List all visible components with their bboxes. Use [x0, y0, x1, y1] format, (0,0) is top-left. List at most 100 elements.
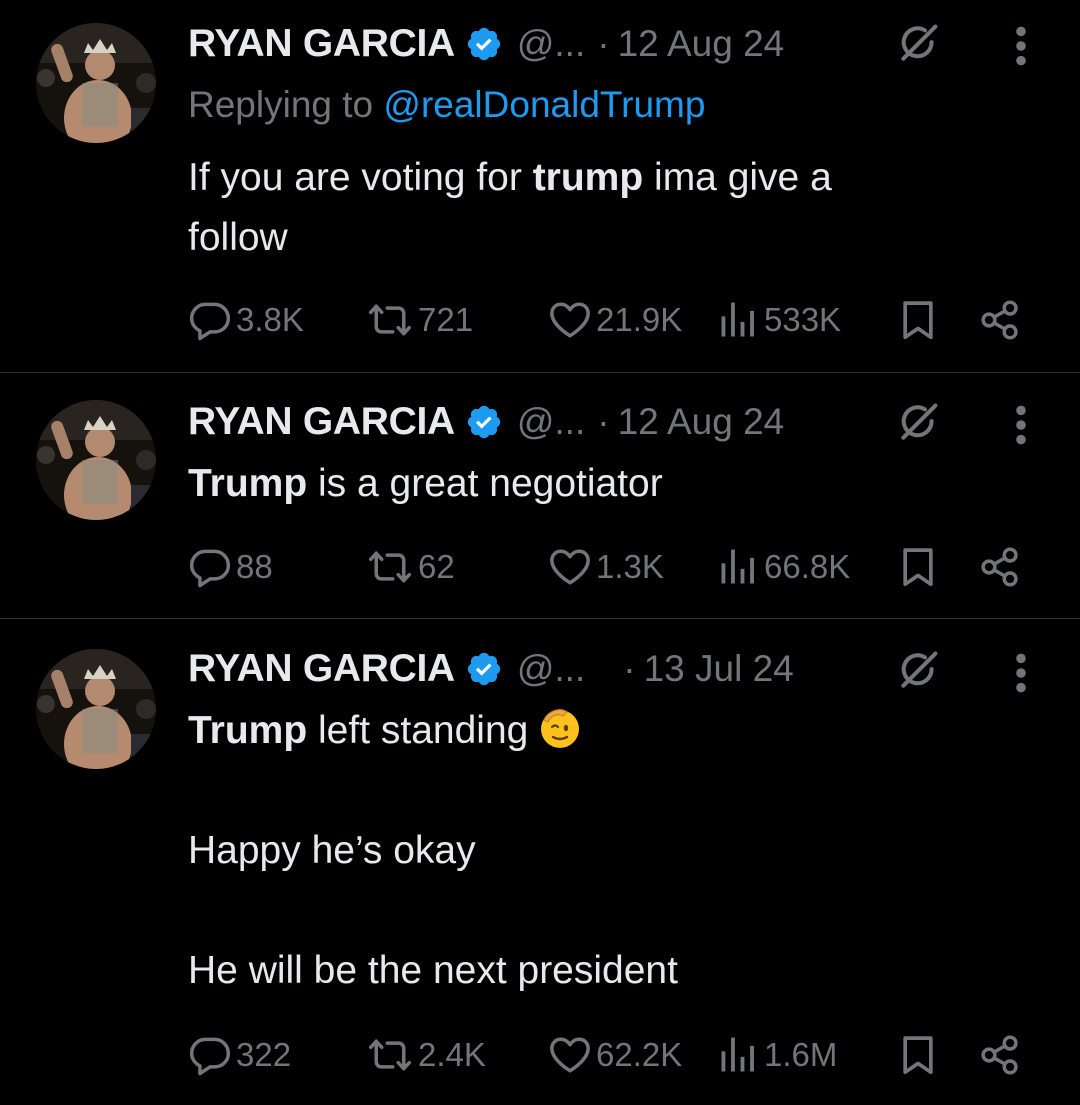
text-segment-bold: Trump — [188, 462, 308, 505]
verified-badge-icon — [465, 403, 503, 441]
views-count: 533K — [764, 301, 842, 338]
repost-icon — [366, 1033, 414, 1077]
views-button[interactable]: 533K — [716, 298, 841, 342]
share-button[interactable] — [978, 1033, 1022, 1077]
views-button[interactable]: 1.6M — [716, 1033, 837, 1077]
tweet-text: Trump left standing Happy he’s okay He w… — [188, 701, 988, 1001]
tweet-text-line: If you are voting for trump ima give a — [188, 148, 988, 208]
views-icon — [716, 545, 760, 589]
like-button[interactable]: 21.9K — [548, 298, 682, 342]
tweet-text-line: He will be the next president — [188, 949, 678, 992]
verified-badge-icon — [465, 25, 503, 63]
reply-button[interactable]: 322 — [188, 1033, 291, 1077]
share-button[interactable] — [978, 298, 1022, 342]
author-handle[interactable]: @... — [517, 648, 585, 690]
tweet-text: Trump is a great negotiator — [188, 454, 988, 514]
saluting-face-emoji — [536, 703, 584, 751]
like-icon — [548, 545, 592, 589]
tweet-text: If you are voting for trump ima give a f… — [188, 148, 988, 268]
author-name[interactable]: RYAN GARCIA — [188, 400, 455, 444]
views-count: 66.8K — [764, 548, 851, 585]
tweet-header: RYAN GARCIA @... · 12 Aug 24 — [188, 398, 784, 446]
more-icon[interactable] — [1010, 651, 1032, 695]
tweet-text-line: follow — [188, 216, 288, 259]
author-name[interactable]: RYAN GARCIA — [188, 647, 455, 691]
tweet-date[interactable]: 12 Aug 24 — [618, 401, 785, 443]
views-button[interactable]: 66.8K — [716, 545, 850, 589]
views-count: 1.6M — [764, 1036, 838, 1073]
bookmark-button[interactable] — [896, 298, 940, 342]
text-segment-bold: Trump — [188, 709, 308, 752]
reply-count: 322 — [236, 1036, 292, 1073]
text-segment: left standing — [307, 709, 529, 752]
tweet-header: RYAN GARCIA @... · 13 Jul 24 — [188, 645, 794, 693]
bookmark-button[interactable] — [896, 545, 940, 589]
text-segment: is a great negotiator — [307, 462, 663, 505]
repost-count: 2.4K — [418, 1036, 486, 1073]
tweet[interactable]: RYAN GARCIA @... · 12 Aug 24 Trump is a … — [0, 373, 1080, 618]
tweet-date[interactable]: 13 Jul 24 — [644, 648, 794, 690]
avatar[interactable] — [36, 649, 156, 769]
text-segment: If you are voting for — [188, 156, 533, 199]
repost-count: 62 — [418, 548, 455, 585]
like-button[interactable]: 62.2K — [548, 1033, 682, 1077]
separator-dot: · — [597, 401, 610, 442]
text-segment-bold: trump — [532, 156, 644, 199]
text-segment: ima give a — [643, 156, 832, 199]
like-count: 1.3K — [596, 548, 664, 585]
more-icon[interactable] — [1010, 403, 1032, 447]
share-button[interactable] — [978, 545, 1022, 589]
reply-count: 88 — [236, 548, 273, 585]
bookmark-button[interactable] — [896, 1033, 940, 1077]
reply-count: 3.8K — [236, 301, 304, 338]
avatar[interactable] — [36, 400, 156, 520]
repost-count: 721 — [418, 301, 474, 338]
reply-icon — [188, 1033, 232, 1077]
tweet-header: RYAN GARCIA @... · 12 Aug 24 — [188, 20, 784, 68]
more-icon[interactable] — [1010, 24, 1032, 68]
reply-icon — [188, 545, 232, 589]
tweet[interactable]: RYAN GARCIA @... · 12 Aug 24 Replying to… — [0, 0, 1080, 372]
repost-icon — [366, 545, 414, 589]
share-icon — [978, 1033, 1022, 1077]
bookmark-icon — [896, 1033, 940, 1077]
bookmark-icon — [896, 545, 940, 589]
repost-button[interactable]: 62 — [366, 545, 455, 589]
author-handle[interactable]: @... — [517, 401, 585, 443]
reply-button[interactable]: 88 — [188, 545, 273, 589]
like-count: 62.2K — [596, 1036, 683, 1073]
tweet-date[interactable]: 12 Aug 24 — [618, 23, 785, 65]
action-bar: 88 62 1.3K 66.8K — [0, 545, 1080, 589]
separator-dot: · — [623, 648, 636, 689]
tweet-text-line: Trump left standing — [188, 701, 988, 761]
share-icon — [978, 545, 1022, 589]
replying-prefix: Replying to — [188, 84, 374, 125]
like-button[interactable]: 1.3K — [548, 545, 664, 589]
repost-button[interactable]: 2.4K — [366, 1033, 486, 1077]
replying-mention[interactable]: @realDonaldTrump — [383, 84, 705, 125]
grok-icon[interactable] — [896, 22, 940, 66]
tweet-text-line: Trump is a great negotiator — [188, 454, 988, 514]
verified-badge-icon — [465, 650, 503, 688]
author-handle[interactable]: @... — [517, 23, 585, 65]
reply-button[interactable]: 3.8K — [188, 298, 304, 342]
tweet[interactable]: RYAN GARCIA @... · 13 Jul 24 Trump left … — [0, 619, 1080, 1105]
separator-dot: · — [597, 23, 610, 64]
grok-icon[interactable] — [896, 401, 940, 445]
share-icon — [978, 298, 1022, 342]
reply-icon — [188, 298, 232, 342]
replying-to: Replying to @realDonaldTrump — [188, 84, 705, 126]
action-bar: 322 2.4K 62.2K 1.6M — [0, 1033, 1080, 1077]
repost-icon — [366, 298, 414, 342]
tweet-text-line: Happy he’s okay — [188, 829, 476, 872]
repost-button[interactable]: 721 — [366, 298, 473, 342]
action-bar: 3.8K 721 21.9K 533K — [0, 298, 1080, 342]
bookmark-icon — [896, 298, 940, 342]
author-name[interactable]: RYAN GARCIA — [188, 22, 455, 66]
grok-icon[interactable] — [896, 649, 940, 693]
like-icon — [548, 298, 592, 342]
views-icon — [716, 1033, 760, 1077]
avatar[interactable] — [36, 23, 156, 143]
